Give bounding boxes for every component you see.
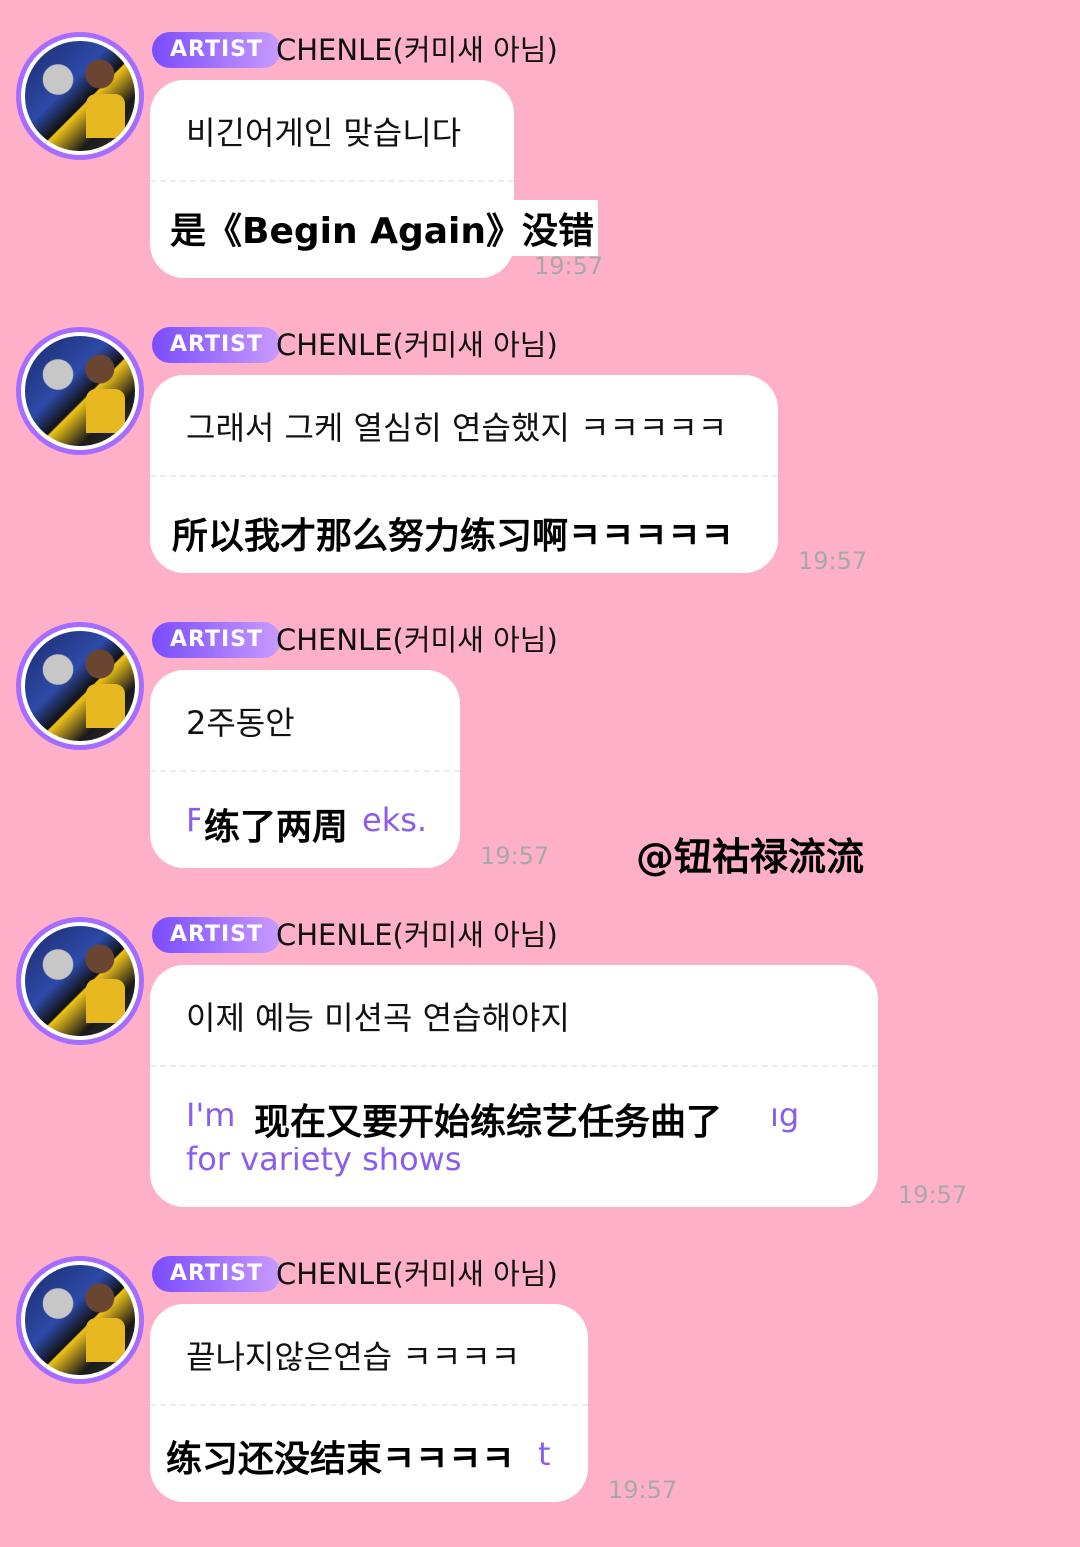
avatar[interactable] [16,327,144,455]
artist-badge: ARTIST [152,327,282,363]
chinese-translation-overlay: 练了两周 [200,796,353,852]
avatar-image [25,926,135,1036]
chinese-translation-overlay: 是《Begin Again》没错 [166,200,599,256]
translation-divider [150,1065,878,1067]
avatar-image [25,41,135,151]
message-korean-text: 이제 예능 미션곡 연습해야지 [186,999,570,1037]
avatar-image [25,336,135,446]
english-translation-fragment: I'm [186,1096,236,1134]
message-bubble[interactable]: 이제 예능 미션곡 연습해야지 I'm ıg for variety shows [150,965,878,1207]
message-korean-text: 2주동안 [186,704,295,742]
sender-name: CHENLE(커미새 아님) [276,623,558,657]
sender-name: CHENLE(커미새 아님) [276,328,558,362]
watermark: @钮祜禄流流 [636,835,865,879]
chinese-translation-overlay: 现在又要开始练综艺任务曲了 [250,1091,727,1147]
message-timestamp: 19:57 [898,1181,968,1209]
sender-name: CHENLE(커미새 아님) [276,918,558,952]
translation-divider [150,180,514,182]
avatar-image [25,631,135,741]
sender-name: CHENLE(커미새 아님) [276,1257,558,1291]
avatar[interactable] [16,1256,144,1384]
message-korean-text: 비긴어게인 맞습니다 [186,114,462,152]
message-timestamp: 19:57 [798,547,868,575]
artist-badge: ARTIST [152,1256,282,1292]
avatar[interactable] [16,32,144,160]
message-timestamp: 19:57 [608,1476,678,1504]
avatar[interactable] [16,622,144,750]
artist-badge: ARTIST [152,917,282,953]
message-korean-text: 끝나지않은연습 ㅋㅋㅋㅋ [186,1338,521,1376]
message-korean-text: 그래서 그케 열심히 연습했지 ㅋㅋㅋㅋㅋ [186,409,728,447]
english-translation-fragment: t [538,1435,551,1473]
translation-divider [150,475,778,477]
message-timestamp: 19:57 [480,842,550,870]
avatar[interactable] [16,917,144,1045]
message-timestamp: 19:57 [534,252,604,280]
artist-badge: ARTIST [152,32,282,68]
translation-divider [150,770,460,772]
translation-divider [150,1404,588,1406]
english-translation-fragment: ıg [770,1096,800,1134]
chinese-translation-overlay: 所以我才那么努力练习啊ㅋㅋㅋㅋㅋ [168,505,738,561]
chinese-translation-overlay: 练习还没结束ㅋㅋㅋㅋ [162,1428,519,1484]
avatar-image [25,1265,135,1375]
artist-badge: ARTIST [152,622,282,658]
english-translation-fragment: eks. [362,801,428,839]
sender-name: CHENLE(커미새 아님) [276,33,558,67]
